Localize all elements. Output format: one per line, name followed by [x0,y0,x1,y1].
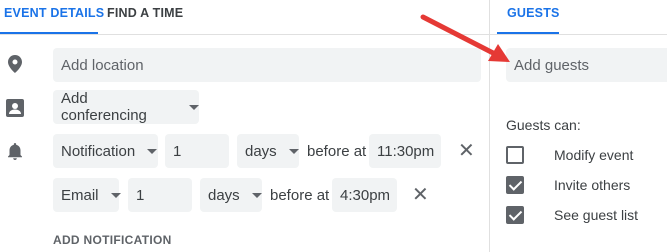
email-before-at-label: before at [270,187,330,204]
see-guest-list-checkbox[interactable] [506,206,524,224]
email-time-input[interactable]: 4:30pm [332,178,397,212]
email-amount-value: 1 [136,186,145,204]
location-pin-icon [8,55,22,73]
notification-type-dropdown[interactable]: Notification [53,134,158,168]
tabs-divider-left [0,34,490,35]
see-guest-list-label: See guest list [554,207,639,223]
tab-guests[interactable]: GUESTS [507,6,560,20]
notification-time-value: 11:30pm [377,142,435,160]
close-icon[interactable]: ✕ [412,185,429,205]
modify-event-checkbox[interactable] [506,146,524,164]
dropdown-caret-icon [147,148,158,154]
notification-time-input[interactable]: 11:30pm [369,134,441,168]
modify-event-label: Modify event [554,147,634,163]
location-input[interactable]: Add location [53,48,481,82]
add-conferencing-dropdown[interactable]: Add conferencing [53,90,199,124]
notification-unit-dropdown[interactable]: days [237,134,299,168]
conferencing-icon [6,99,24,117]
tab-event-details[interactable]: EVENT DETAILS [4,6,104,20]
notification-before-at-label: before at [307,143,367,160]
invite-others-checkbox[interactable] [506,176,524,194]
dropdown-caret-icon [251,192,262,198]
add-notification-link[interactable]: ADD NOTIFICATION [53,233,172,247]
tab-find-a-time[interactable]: FIND A TIME [107,6,183,20]
bell-icon [8,143,22,160]
tabs-divider-right [490,34,667,35]
email-type-dropdown[interactable]: Email [53,178,121,212]
dropdown-caret-icon [288,148,299,154]
email-amount-input[interactable]: 1 [128,178,192,212]
location-input-placeholder: Add location [61,56,144,74]
panel-divider [489,0,490,252]
email-type-value: Email [61,186,99,204]
guests-can-label: Guests can: [506,117,581,133]
email-unit-value: days [208,186,240,204]
dropdown-caret-icon [189,104,199,110]
invite-others-label: Invite others [554,177,631,193]
add-guests-placeholder: Add guests [514,56,590,74]
close-icon[interactable]: ✕ [458,141,475,161]
notification-unit-value: days [245,142,277,160]
dropdown-caret-icon [110,192,121,198]
notification-amount-value: 1 [173,142,182,160]
add-conferencing-label: Add conferencing [61,90,147,124]
notification-amount-input[interactable]: 1 [165,134,229,168]
add-guests-input[interactable]: Add guests [506,48,667,82]
email-unit-dropdown[interactable]: days [200,178,262,212]
notification-type-value: Notification [61,142,136,160]
email-time-value: 4:30pm [340,186,391,204]
